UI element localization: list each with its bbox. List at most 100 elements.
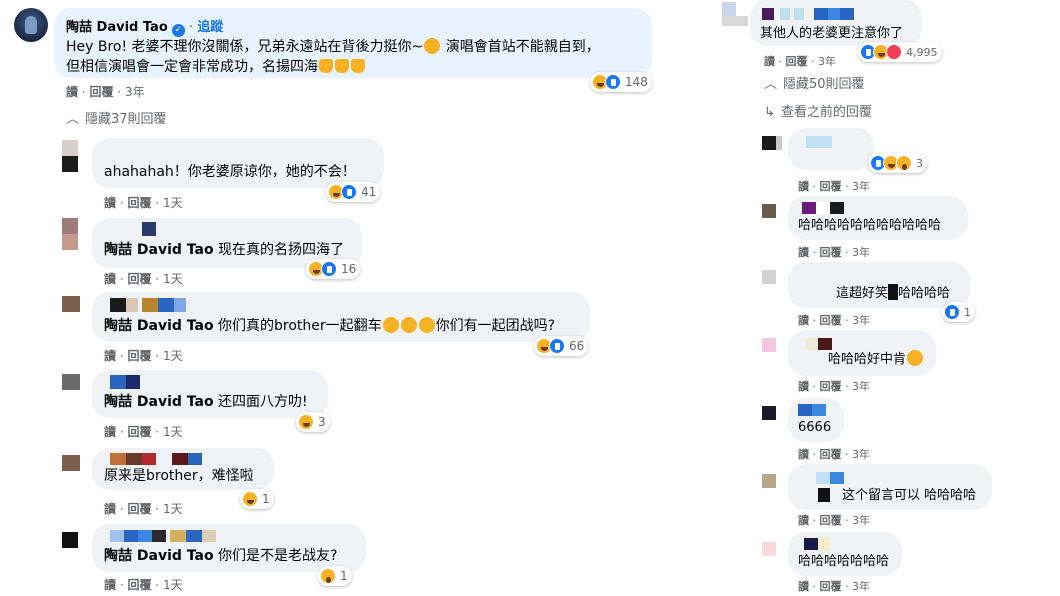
read-link[interactable]: 讀 [66,85,78,99]
main-comment-bubble: 陶喆 David Tao ✓ · 追蹤 Hey Bro! 老婆不理你沒關係，兄弟… [54,8,652,78]
reply-bubble: 6666 [788,398,844,442]
pixelated-avatar [62,374,80,390]
reply-bubble: 這超好笑 哈哈哈哈 [788,262,970,308]
reply-link[interactable]: 回覆 [820,380,842,393]
rock-hand-emoji-icon [351,59,365,73]
like-icon [549,338,565,354]
reply-link[interactable]: 回覆 [820,314,842,327]
read-link[interactable]: 讀 [798,580,809,593]
like-icon [341,184,357,200]
reaction-summary[interactable]: 66 [534,336,589,356]
reply-bubble [788,128,874,170]
read-link[interactable]: 讀 [798,180,809,193]
reaction-summary[interactable]: 148 [590,72,652,92]
pixelated-avatar [62,140,78,156]
pixelated-avatar [62,218,78,234]
rock-hand-emoji-icon [335,59,349,73]
reaction-summary[interactable]: 41 [326,182,381,202]
read-link[interactable]: 讀 [104,272,116,286]
haha-icon [242,491,258,507]
comment-meta: 讀 · 回覆 · 1天 [104,578,183,592]
pixelated-avatar [62,532,78,548]
reply-link[interactable]: 回覆 [127,425,151,439]
author-name[interactable]: 陶喆 David Tao [104,242,214,258]
comment-meta: 讀 · 回覆 · 3年 [798,380,870,393]
view-previous-replies[interactable]: ↳ 查看之前的回覆 [764,101,872,120]
chevron-up-icon: ︿ [764,77,778,92]
comment-meta: 讀 · 回覆 · 1天 [104,272,183,286]
grin-emoji-icon [424,38,441,54]
follow-link[interactable]: 追蹤 [197,20,223,35]
reply-arrow-icon: ↳ [764,105,775,120]
pixelated-avatar [762,338,776,352]
comment-meta: 讀 · 回覆 · 1天 [104,349,183,363]
rock-hand-emoji-icon [319,59,333,73]
comment-meta: 讀 · 回覆 · 1天 [104,502,183,516]
reply-link[interactable]: 回覆 [820,448,842,461]
haha-icon [298,414,314,430]
reply-bubble: 陶喆 David Tao 你们是不是老战友? [92,524,366,572]
verified-badge-icon: ✓ [171,24,185,37]
reply-bubble: 哈哈哈哈哈哈哈 [788,532,902,576]
reply-link[interactable]: 回覆 [89,85,113,99]
reaction-summary[interactable]: 4,995 [858,42,942,62]
reaction-summary[interactable]: 3 [868,153,927,173]
like-icon [605,74,621,90]
reply-link[interactable]: 回覆 [820,246,842,259]
reaction-summary[interactable]: 16 [306,259,361,279]
hide-replies-toggle[interactable]: ︿ 隱藏37則回覆 [66,108,167,127]
right-comment-column: 其他人的老婆更注意你了 4,995 讀 · 回覆 · 3年 ︿ 隱藏50則回覆 ↳… [720,0,1060,596]
author-name[interactable]: 陶喆 David Tao [104,394,214,410]
read-link[interactable]: 讀 [104,502,116,516]
reaction-summary[interactable]: 1 [318,566,352,586]
read-link[interactable]: 讀 [798,314,809,327]
laugh-emoji-icon [400,317,417,333]
read-link[interactable]: 讀 [104,196,116,210]
like-icon [944,304,960,320]
read-link[interactable]: 讀 [798,514,809,527]
read-link[interactable]: 讀 [798,380,809,393]
read-link[interactable]: 讀 [798,448,809,461]
reply-bubble: 哈哈哈好中肯 [788,330,936,376]
wow-icon [320,568,336,584]
reply-bubble: 原来是brother，难怪啦 [92,448,274,490]
pixelated-avatar [762,136,776,150]
reply-link[interactable]: 回覆 [127,272,151,286]
read-link[interactable]: 讀 [764,55,775,68]
comment-meta: 讀 · 回覆 · 3年 [764,55,836,68]
reply-link[interactable]: 回覆 [127,196,151,210]
reply-bubble: 陶喆 David Tao 你们真的brother一起翻车 你们有一起团战吗? [92,292,590,342]
pixelated-avatar [62,296,80,312]
pixelated-avatar [762,204,776,218]
main-comment-text: Hey Bro! 老婆不理你沒關係，兄弟永遠站在背後力挺你~ 演唱會首站不能親自… [66,38,600,55]
laugh-emoji-icon [382,317,399,333]
reply-link[interactable]: 回覆 [786,55,808,68]
reply-bubble: 其他人的老婆更注意你了 [750,0,922,46]
reply-link[interactable]: 回覆 [820,180,842,193]
comment-meta: 讀 · 回覆 · 3年 [798,448,870,461]
reply-link[interactable]: 回覆 [820,514,842,527]
read-link[interactable]: 讀 [104,578,116,592]
reply-link[interactable]: 回覆 [820,580,842,593]
read-link[interactable]: 讀 [798,246,809,259]
left-comment-column: 陶喆 David Tao ✓ · 追蹤 Hey Bro! 老婆不理你沒關係，兄弟… [0,0,700,596]
comment-meta: 讀 · 回覆 · 3年 [798,180,870,193]
read-link[interactable]: 讀 [104,425,116,439]
reaction-summary[interactable]: 3 [296,412,330,432]
reaction-summary[interactable]: 1 [240,489,274,509]
pixelated-avatar [762,406,776,420]
reply-bubble: ahahahah！你老婆原谅你，她的不会！ [92,138,384,188]
author-avatar[interactable] [14,8,48,42]
author-name[interactable]: 陶喆 David Tao [66,20,168,35]
read-link[interactable]: 讀 [104,349,116,363]
reaction-summary[interactable]: 1 [942,302,975,322]
hide-replies-toggle[interactable]: ︿ 隱藏50則回覆 [764,73,865,92]
wow-icon [896,155,912,171]
author-name[interactable]: 陶喆 David Tao [104,318,214,334]
reply-link[interactable]: 回覆 [127,578,151,592]
reply-link[interactable]: 回覆 [127,349,151,363]
comment-meta: 讀 · 回覆 · 3年 [798,580,870,593]
pixelated-avatar [722,2,736,16]
reply-link[interactable]: 回覆 [127,502,151,516]
author-name[interactable]: 陶喆 David Tao [104,548,214,564]
